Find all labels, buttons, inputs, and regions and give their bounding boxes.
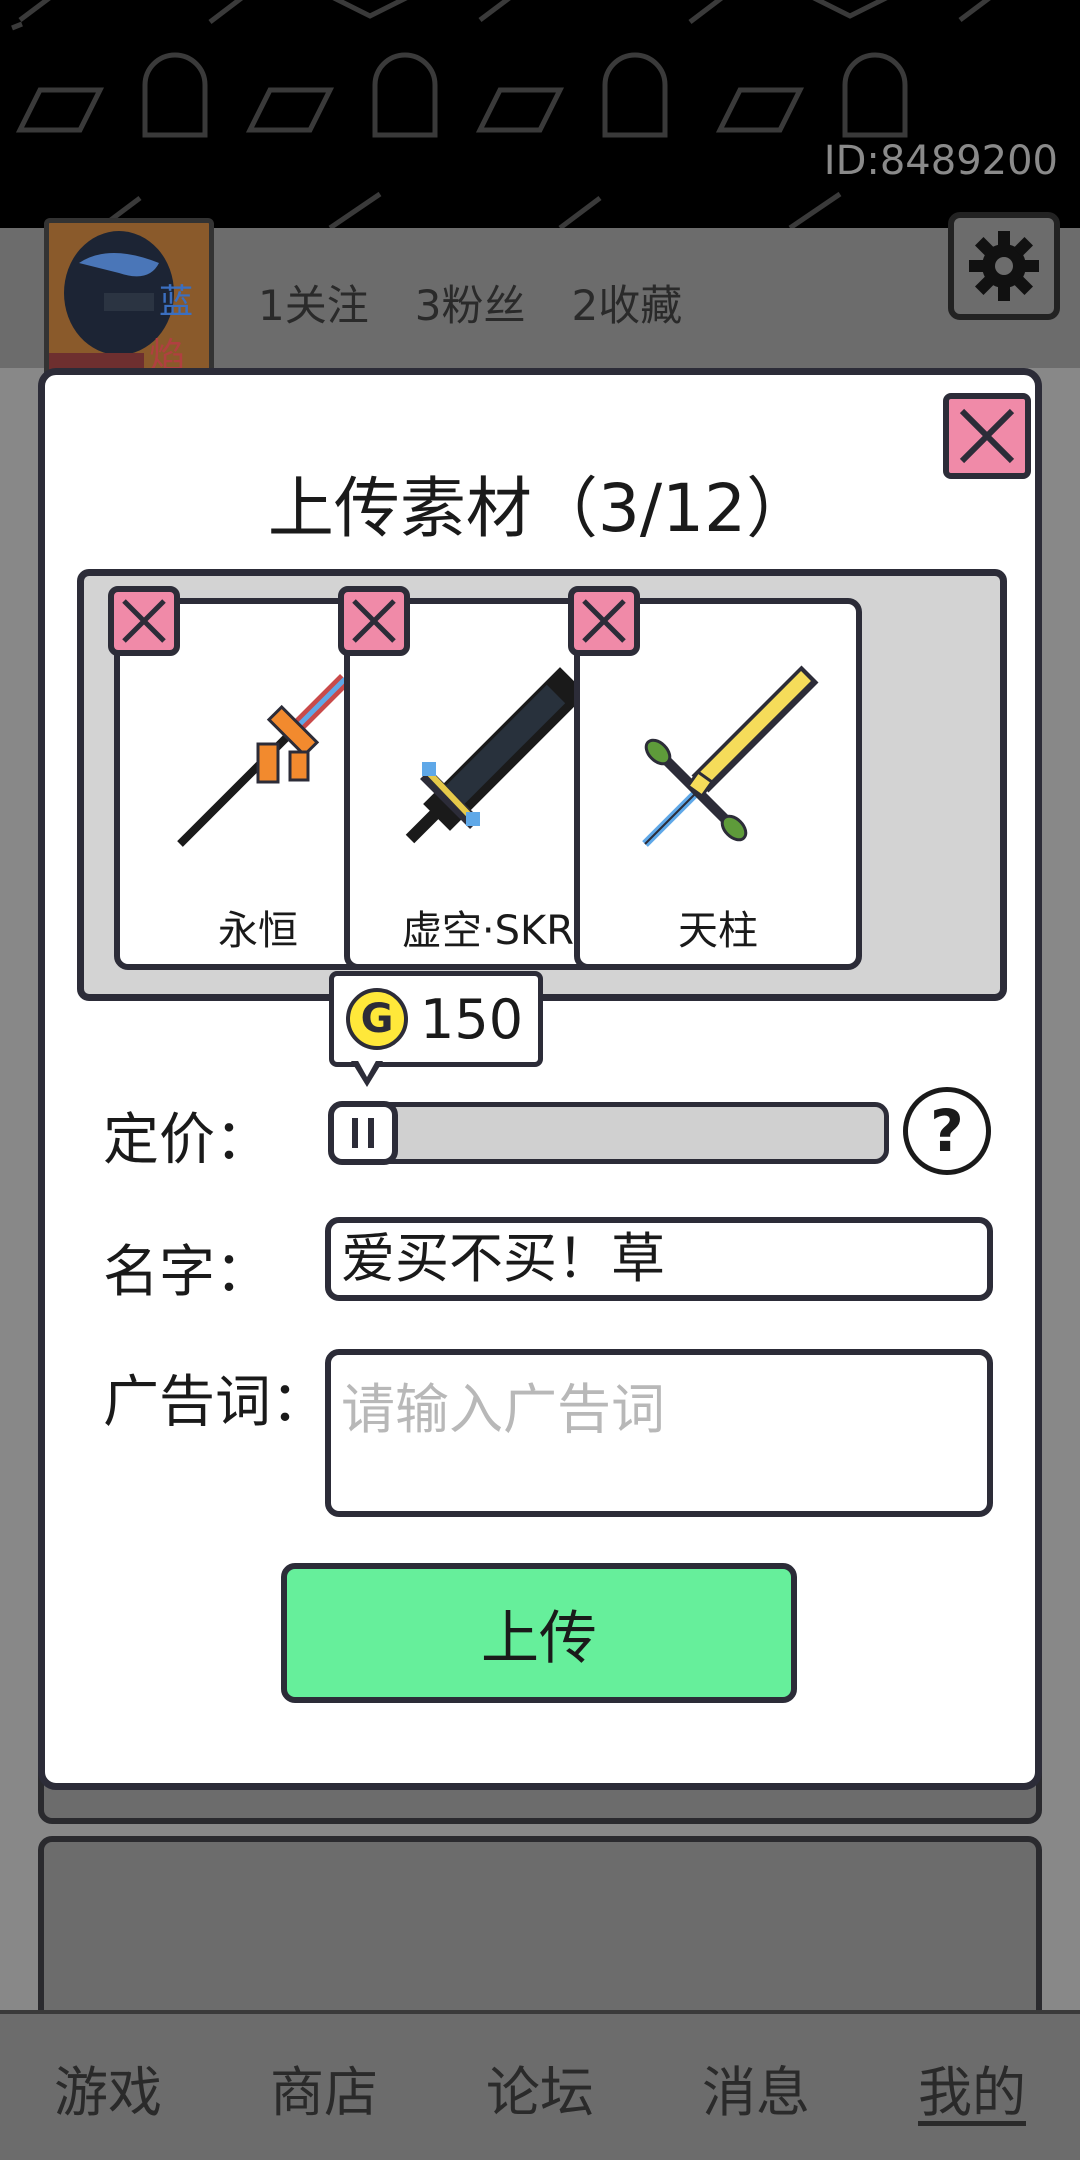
close-icon [352,599,396,643]
avatar[interactable]: 蓝 焰 [44,218,214,388]
remove-item-button[interactable] [108,586,180,656]
slider-handle[interactable] [328,1101,398,1165]
header-banner: ID:8489200 [0,0,1080,228]
price-slider[interactable] [328,1101,889,1165]
dark-sword-icon [405,667,587,844]
ad-copy-label: 广告词： [103,1370,327,1435]
remove-item-button[interactable] [338,586,410,656]
remove-item-button[interactable] [568,586,640,656]
nav-item-forum[interactable]: 论坛 [476,2048,604,2127]
nav-item-messages[interactable]: 消息 [692,2048,820,2127]
tooltip-tail-fill [357,1059,377,1077]
close-icon [122,599,166,643]
nav-item-mine[interactable]: 我的 [908,2048,1036,2127]
upload-button[interactable]: 上传 [281,1563,797,1703]
nav-item-games[interactable]: 游戏 [44,2048,172,2127]
favorites-count[interactable]: 2收藏 [571,272,682,333]
nav-item-store[interactable]: 商店 [260,2048,388,2127]
header-pattern [11,0,991,228]
ad-copy-input[interactable] [325,1349,993,1517]
help-button[interactable]: ? [903,1087,991,1175]
price-label: 定价： [103,1108,271,1173]
background-card-lower [38,1836,1042,2036]
settings-button[interactable] [948,212,1060,320]
price-value: 150 [420,987,524,1051]
bottom-nav: 游戏 商店 论坛 消息 我的 [0,2010,1080,2160]
profile-strip: 蓝 焰 1关注 3粉丝 2收藏 [0,212,1080,388]
price-tooltip: G 150 [329,971,543,1067]
upload-material-dialog: 上传素材（3/12） 永恒 虚空·SKR 天柱 G 150 定价： ? 名字： … [38,368,1042,1790]
name-label: 名字： [103,1240,271,1305]
user-id-label: ID:8489200 [823,138,1058,184]
close-icon [582,599,626,643]
following-count[interactable]: 1关注 [258,272,369,333]
svg-text:蓝: 蓝 [159,282,193,322]
followers-count[interactable]: 3粉丝 [415,272,526,333]
name-input[interactable]: 爱买不买！草 [325,1217,993,1301]
spear-icon [177,674,350,847]
profile-stats: 1关注 3粉丝 2收藏 [258,272,682,333]
golden-sword-icon [642,665,819,847]
material-tray[interactable]: 永恒 虚空·SKR 天柱 [77,569,1007,1001]
material-name: 天柱 [678,908,758,954]
gold-coin-icon: G [346,988,408,1050]
gear-icon [969,231,1039,301]
dialog-title: 上传素材（3/12） [267,470,813,547]
